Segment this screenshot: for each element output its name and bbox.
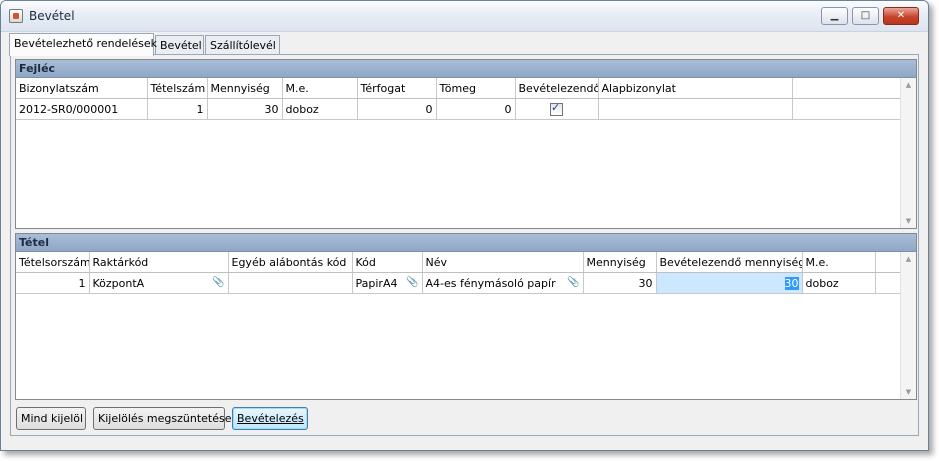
col-egyeb-alabontas-kod[interactable]: Egyéb alábontás kód bbox=[228, 252, 353, 273]
items-section-title: Tétel bbox=[16, 234, 916, 252]
items-table-head: Tételsorszám Raktárkód Egyéb alábontás k… bbox=[16, 252, 903, 273]
deselect-button[interactable]: Kijelölés megszüntetése bbox=[93, 407, 232, 430]
header-table: Bizonylatszám Tételszám Mennyiség M.e. T… bbox=[16, 78, 903, 120]
cell-unit[interactable]: doboz bbox=[282, 98, 358, 120]
col-filler bbox=[792, 78, 903, 99]
close-button[interactable]: ✕ bbox=[883, 7, 919, 25]
col-bizonylatszam[interactable]: Bizonylatszám bbox=[16, 78, 148, 99]
name-value: A4-es fénymásoló papír bbox=[425, 276, 556, 290]
select-all-button[interactable]: Mind kijelöl bbox=[16, 407, 86, 430]
cell-other-code[interactable] bbox=[228, 272, 353, 294]
col-bevetelezendo-mennyiseg[interactable]: Bevételezendő mennyiség bbox=[656, 252, 803, 273]
cell-line-no[interactable]: 1 bbox=[16, 272, 90, 294]
cell-warehouse[interactable]: KözpontA 📎 bbox=[89, 272, 229, 294]
header-grid: Fejléc Bizonylatszám Tételszám Mennyiség… bbox=[15, 59, 917, 229]
cell-name[interactable]: A4-es fénymásoló papír 📎 bbox=[422, 272, 584, 294]
tab-bevetelezheto-rendelesek[interactable]: Bevételezhető rendelések bbox=[9, 33, 157, 56]
items-grid: Tétel Tételsorszám Raktárkód Egyéb alábo… bbox=[15, 233, 917, 400]
tab-panel: Fejléc Bizonylatszám Tételszám Mennyiség… bbox=[10, 54, 919, 436]
cell-filler bbox=[875, 272, 903, 294]
maximize-button[interactable]: □ bbox=[852, 7, 879, 25]
cell-qty[interactable]: 30 bbox=[583, 272, 657, 294]
paperclip-icon[interactable]: 📎 bbox=[212, 277, 224, 288]
checkbox-checked-icon[interactable] bbox=[550, 101, 563, 116]
warehouse-value: KözpontA bbox=[92, 276, 145, 290]
app-icon bbox=[9, 9, 23, 23]
header-table-head: Bizonylatszám Tételszám Mennyiség M.e. T… bbox=[16, 78, 903, 99]
col-mennyiseg[interactable]: Mennyiség bbox=[583, 252, 657, 273]
code-value: PapirA4 bbox=[355, 276, 398, 290]
table-row[interactable]: 1 KözpontA 📎 PapirA4 📎 A4-es fénymásoló pa… bbox=[16, 272, 903, 294]
col-terfogat[interactable]: Térfogat bbox=[357, 78, 437, 99]
cell-to-receive[interactable] bbox=[515, 98, 599, 120]
col-tetelszam[interactable]: Tételszám bbox=[147, 78, 208, 99]
items-table: Tételsorszám Raktárkód Egyéb alábontás k… bbox=[16, 252, 903, 294]
cell-base-doc[interactable] bbox=[598, 98, 793, 120]
scroll-up-icon[interactable]: ▲ bbox=[901, 78, 916, 92]
col-me[interactable]: M.e. bbox=[282, 78, 358, 99]
tab-bevetel[interactable]: Bevétel bbox=[155, 35, 204, 54]
table-row[interactable]: 2012-SR0/000001 1 30 doboz 0 0 bbox=[16, 98, 903, 120]
cell-qty[interactable]: 30 bbox=[207, 98, 283, 120]
col-bevetelezendo[interactable]: Bevételezendő bbox=[515, 78, 599, 99]
scroll-down-icon[interactable]: ▼ bbox=[901, 214, 916, 228]
window-title: Bevétel bbox=[29, 9, 75, 23]
receive-button-label: Bevételezés bbox=[237, 412, 304, 425]
paperclip-icon[interactable]: 📎 bbox=[406, 277, 418, 288]
col-kod[interactable]: Kód bbox=[352, 252, 423, 273]
col-raktarkod[interactable]: Raktárkód bbox=[89, 252, 229, 273]
col-filler bbox=[875, 252, 903, 273]
cell-unit[interactable]: doboz bbox=[802, 272, 876, 294]
cell-code[interactable]: PapirA4 📎 bbox=[352, 272, 423, 294]
minimize-button[interactable]: ▁ bbox=[821, 7, 848, 25]
to-receive-qty-value[interactable]: 30 bbox=[784, 276, 799, 290]
main-window: Bevétel ▁ □ ✕ Bevételezhető rendelések B… bbox=[0, 0, 929, 451]
cell-volume[interactable]: 0 bbox=[357, 98, 437, 120]
tab-szallitolevel[interactable]: Szállítólevél bbox=[205, 35, 280, 54]
col-alapbizonylat[interactable]: Alapbizonylat bbox=[598, 78, 793, 99]
col-me[interactable]: M.e. bbox=[802, 252, 876, 273]
col-tomeg[interactable]: Tömeg bbox=[436, 78, 516, 99]
paperclip-icon[interactable]: 📎 bbox=[567, 277, 579, 288]
title-bar[interactable]: Bevétel ▁ □ ✕ bbox=[1, 1, 928, 32]
scroll-down-icon[interactable]: ▼ bbox=[901, 385, 916, 399]
cell-filler bbox=[792, 98, 903, 120]
cell-to-receive-qty-editor[interactable]: 30 bbox=[655, 272, 803, 294]
col-nev[interactable]: Név bbox=[422, 252, 584, 273]
header-scrollbar[interactable]: ▲ ▼ bbox=[900, 78, 916, 228]
scroll-up-icon[interactable]: ▲ bbox=[901, 252, 916, 266]
cell-weight[interactable]: 0 bbox=[436, 98, 516, 120]
cell-doc-no[interactable]: 2012-SR0/000001 bbox=[16, 98, 148, 120]
receive-button[interactable]: Bevételezés bbox=[232, 407, 308, 430]
header-section-title: Fejléc bbox=[16, 60, 916, 78]
col-mennyiseg[interactable]: Mennyiség bbox=[207, 78, 283, 99]
col-tetelsorszam[interactable]: Tételsorszám bbox=[16, 252, 90, 273]
items-scrollbar[interactable]: ▲ ▼ bbox=[900, 252, 916, 399]
cell-item-no[interactable]: 1 bbox=[147, 98, 208, 120]
